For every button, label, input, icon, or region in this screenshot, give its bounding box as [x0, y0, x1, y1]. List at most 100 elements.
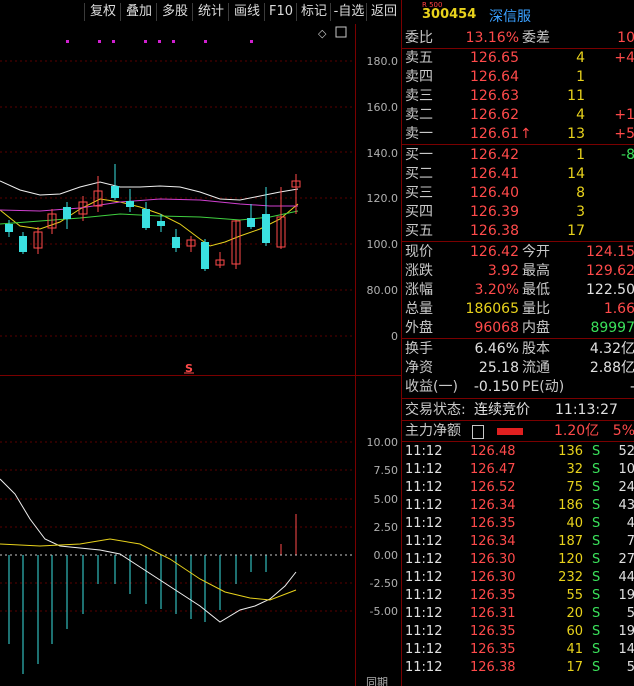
chart-area[interactable]: 180.0 160.0 140.0 120.0 100.0 80.00 0 10… — [0, 24, 401, 686]
f10-button[interactable]: F10 — [264, 3, 297, 21]
ask-change: +4 — [614, 50, 634, 66]
bid-price: 126.42 — [470, 147, 519, 163]
fin-label: 股本 — [522, 341, 550, 357]
tick-price: 126.35 — [470, 516, 516, 531]
tick-row[interactable]: 11:12 126.38 17 S 5 — [402, 659, 634, 677]
bid-price: 126.40 — [470, 185, 519, 201]
bid-volume: 17 — [567, 223, 585, 239]
weibi-value: 13.16% — [465, 30, 519, 46]
stock-name[interactable]: 深信服 — [489, 6, 531, 26]
tick-price: 126.30 — [470, 552, 516, 567]
list-icon[interactable] — [472, 425, 484, 439]
tick-side: S — [592, 624, 601, 639]
bid-label: 买五 — [405, 223, 433, 239]
fin-value: -0.150 — [473, 379, 519, 395]
ask-label: 卖三 — [405, 88, 433, 104]
tick-row[interactable]: 11:12 126.48 136 S 52 — [402, 443, 634, 461]
bid-row[interactable]: 买一 126.42 1 -8 — [402, 146, 634, 165]
fuquan-button[interactable]: 复权 — [84, 3, 121, 21]
ask-row[interactable]: 卖五 126.65 4 +4 — [402, 49, 634, 68]
tick-count: 5 — [626, 660, 634, 675]
price-tick: 0 — [391, 330, 398, 343]
tick-row[interactable]: 11:12 126.35 60 S 19 — [402, 623, 634, 641]
tick-volume: 60 — [566, 624, 583, 639]
stat-label: 今开 — [522, 244, 550, 260]
bid-volume: 3 — [576, 204, 585, 220]
multi-stock-button[interactable]: 多股 — [156, 3, 193, 21]
stat-value: 122.50 — [586, 282, 634, 298]
weibi-row: 委比 13.16% 委差 10 — [402, 29, 634, 48]
main-flow-row: 主力净额 1.20亿 5% — [402, 422, 634, 441]
diamond-icon[interactable]: ◇ — [318, 27, 327, 40]
tick-count: 19 — [618, 624, 634, 639]
tick-side: S — [592, 660, 601, 675]
ask-price: 126.62 — [470, 107, 519, 123]
overlay-button[interactable]: 叠加 — [120, 3, 157, 21]
ask-label: 卖一 — [405, 126, 433, 142]
trade-time: 11:13:27 — [555, 402, 618, 418]
stat-label: 内盘 — [522, 320, 550, 336]
tick-volume: 75 — [566, 480, 583, 495]
bid-row[interactable]: 买三 126.40 8 — [402, 184, 634, 203]
tick-row[interactable]: 11:12 126.30 120 S 27 — [402, 551, 634, 569]
tick-row[interactable]: 11:12 126.35 41 S 14 — [402, 641, 634, 659]
draw-line-button[interactable]: 画线 — [228, 3, 265, 21]
bid-row[interactable]: 买四 126.39 3 — [402, 203, 634, 222]
stat-label: 最低 — [522, 282, 550, 298]
tick-time: 11:12 — [405, 444, 443, 459]
tick-time: 11:12 — [405, 624, 443, 639]
macd-tick: 7.50 — [374, 464, 399, 477]
ask-row[interactable]: 卖二 126.62 4 +1 — [402, 106, 634, 125]
tick-side: S — [592, 498, 601, 513]
tick-side: S — [592, 516, 601, 531]
fin-label: 净资 — [405, 360, 433, 376]
tick-count: 10 — [618, 462, 634, 477]
ask-change: +1 — [614, 107, 634, 123]
weicha-value: 10 — [617, 30, 634, 46]
tick-row[interactable]: 11:12 126.30 232 S 44 — [402, 569, 634, 587]
tick-volume: 17 — [566, 660, 583, 675]
tick-count: 5 — [626, 606, 634, 621]
stat-value: 3.20% — [474, 282, 519, 298]
ask-volume: 4 — [576, 50, 585, 66]
window-icon[interactable] — [335, 26, 347, 38]
stat-row: 涨跌 3.92 最高 129.62 — [402, 262, 634, 281]
ask-row[interactable]: 卖一 126.61 ↑ 13 +5 — [402, 125, 634, 144]
ask-volume: 11 — [567, 88, 585, 104]
stat-row: 现价 126.42 今开 124.15 — [402, 243, 634, 262]
stat-value: 89997 — [590, 320, 634, 336]
bid-row[interactable]: 买二 126.41 14 — [402, 165, 634, 184]
tick-time: 11:12 — [405, 588, 443, 603]
stat-value: 3.92 — [487, 263, 519, 279]
tick-row[interactable]: 11:12 126.47 32 S 10 — [402, 461, 634, 479]
price-tick: 140.0 — [367, 147, 399, 160]
bid-price: 126.41 — [470, 166, 519, 182]
watchlist-button[interactable]: -自选 — [330, 3, 367, 21]
bid-row[interactable]: 买五 126.38 17 — [402, 222, 634, 241]
tick-row[interactable]: 11:12 126.35 40 S 4 — [402, 515, 634, 533]
tick-time: 11:12 — [405, 660, 443, 675]
tick-row[interactable]: 11:12 126.35 55 S 19 — [402, 587, 634, 605]
tick-price: 126.48 — [470, 444, 516, 459]
stats-button[interactable]: 统计 — [192, 3, 229, 21]
tick-row[interactable]: 11:12 126.31 20 S 5 — [402, 605, 634, 623]
ask-row[interactable]: 卖四 126.64 1 — [402, 68, 634, 87]
fin-row: 收益(一) -0.150PE(动) - — [402, 378, 634, 397]
tick-side: S — [592, 552, 601, 567]
main-flow-value: 1.20亿 — [554, 423, 600, 439]
tick-count: 52 — [618, 444, 634, 459]
stock-code[interactable]: 300454 — [422, 7, 476, 22]
tick-row[interactable]: 11:12 126.34 186 S 43 — [402, 497, 634, 515]
fin-value: 6.46% — [474, 341, 519, 357]
tick-side: S — [592, 606, 601, 621]
tick-row[interactable]: 11:12 126.52 75 S 24 — [402, 479, 634, 497]
tick-time: 11:12 — [405, 606, 443, 621]
tick-count: 27 — [618, 552, 634, 567]
kline-chart[interactable]: 180.0 160.0 140.0 120.0 100.0 80.00 0 10… — [0, 24, 401, 686]
tick-row[interactable]: 11:12 126.34 187 S 7 — [402, 533, 634, 551]
mark-button[interactable]: 标记 — [296, 3, 331, 21]
tick-price: 126.31 — [470, 606, 516, 621]
ask-row[interactable]: 卖三 126.63 11 — [402, 87, 634, 106]
back-button[interactable]: 返回 — [366, 3, 401, 21]
bid-price: 126.39 — [470, 204, 519, 220]
